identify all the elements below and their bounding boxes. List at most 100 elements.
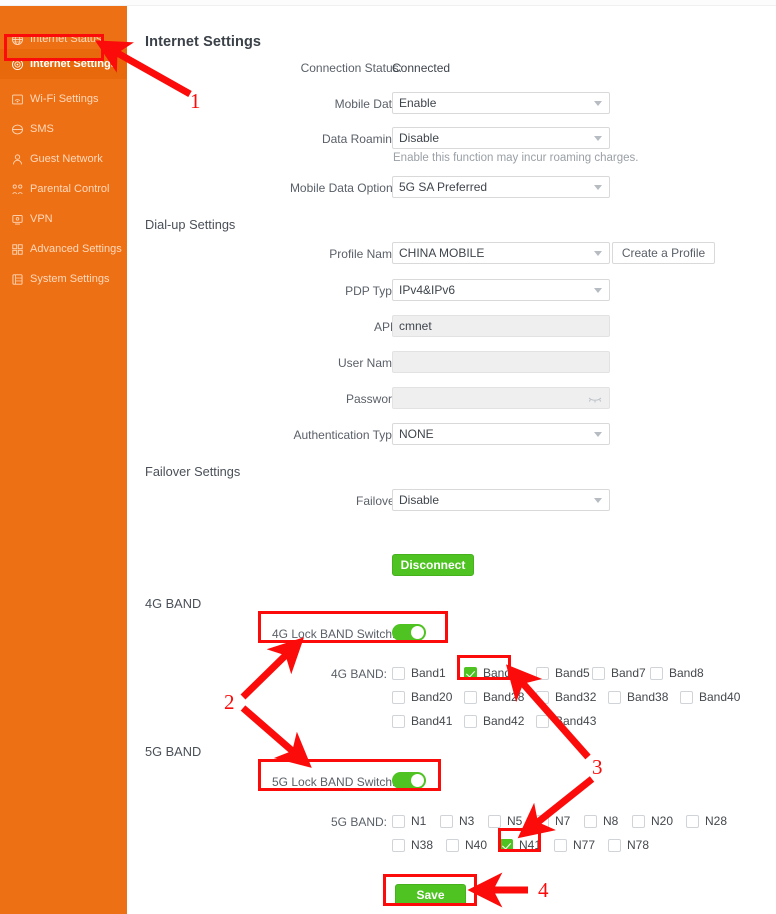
- profile-name-select[interactable]: CHINA MOBILE: [392, 242, 610, 264]
- settings-icon: [11, 58, 24, 71]
- data-roaming-hint: Enable this function may incur roaming c…: [393, 152, 639, 164]
- checkbox-box: [536, 666, 549, 680]
- connection-status-label: Connection Status:: [300, 61, 402, 75]
- checkbox-box: [608, 690, 621, 704]
- data-roaming-select[interactable]: Disable: [392, 127, 610, 149]
- checkbox-box: [392, 838, 405, 852]
- user-name-label: User Name:: [337, 356, 402, 370]
- checkbox-n7[interactable]: N7: [536, 814, 570, 828]
- eye-hidden-icon[interactable]: [588, 393, 602, 403]
- user-name-input[interactable]: [392, 351, 610, 373]
- main-content: Internet Settings Connection Status: Con…: [127, 6, 776, 914]
- auth-type-value: NONE: [399, 427, 434, 441]
- sidebar-item-parental-control[interactable]: Parental Control: [0, 174, 127, 204]
- checkbox-band41[interactable]: Band41: [392, 714, 452, 728]
- sidebar-item-label: VPN: [30, 213, 53, 225]
- globe-icon: [11, 33, 24, 46]
- auth-type-label: Authentication Type:: [293, 428, 402, 442]
- checkbox-box: [464, 666, 477, 680]
- toggle-knob: [411, 626, 424, 639]
- sidebar-item-sms[interactable]: SMS: [0, 114, 127, 144]
- checkbox-band20[interactable]: Band20: [392, 690, 452, 704]
- mobile-data-options-select[interactable]: 5G SA Preferred: [392, 176, 610, 198]
- checkbox-band38[interactable]: Band38: [608, 690, 668, 704]
- apn-value: cmnet: [399, 319, 432, 333]
- checkbox-n41[interactable]: N41: [500, 838, 541, 852]
- pdp-type-select[interactable]: IPv4&IPv6: [392, 279, 610, 301]
- checkbox-box: [686, 814, 699, 828]
- checkbox-band43[interactable]: Band43: [536, 714, 596, 728]
- system-icon: [11, 273, 24, 286]
- checkbox-box: [536, 714, 549, 728]
- sidebar-item-advanced-settings[interactable]: Advanced Settings: [0, 234, 127, 264]
- sms-icon: [11, 123, 24, 136]
- mobile-data-value: Enable: [399, 96, 437, 110]
- checkbox-n20[interactable]: N20: [632, 814, 673, 828]
- checkbox-label: Band5: [555, 666, 590, 680]
- band4g-section-title: 4G BAND: [145, 596, 202, 611]
- checkbox-band1[interactable]: Band1: [392, 666, 446, 680]
- checkbox-band8[interactable]: Band8: [650, 666, 704, 680]
- checkbox-n40[interactable]: N40: [446, 838, 487, 852]
- router-admin-page: Internet Status Internet Settings Wi-Fi …: [0, 0, 776, 914]
- checkbox-label: N1: [411, 814, 427, 828]
- checkbox-label: N77: [573, 838, 596, 852]
- mobile-data-options-value: 5G SA Preferred: [399, 180, 488, 194]
- profile-name-value: CHINA MOBILE: [399, 246, 485, 260]
- checkbox-n5[interactable]: N5: [488, 814, 522, 828]
- checkbox-n1[interactable]: N1: [392, 814, 426, 828]
- auth-type-select[interactable]: NONE: [392, 423, 610, 445]
- checkbox-n78[interactable]: N78: [608, 838, 649, 852]
- chevron-down-icon: [594, 288, 602, 293]
- save-button[interactable]: Save: [395, 884, 466, 906]
- checkbox-n77[interactable]: N77: [554, 838, 595, 852]
- checkbox-band42[interactable]: Band42: [464, 714, 524, 728]
- sidebar-item-internet-settings[interactable]: Internet Settings: [0, 49, 127, 79]
- checkbox-band28[interactable]: Band28: [464, 690, 524, 704]
- checkbox-box: [392, 814, 405, 828]
- disconnect-button[interactable]: Disconnect: [392, 554, 474, 576]
- create-profile-button[interactable]: Create a Profile: [612, 242, 715, 264]
- page-title: Internet Settings: [145, 34, 262, 50]
- checkbox-label: Band8: [669, 666, 704, 680]
- sidebar-item-wifi-settings[interactable]: Wi-Fi Settings: [0, 84, 127, 114]
- checkbox-n3[interactable]: N3: [440, 814, 474, 828]
- checkbox-label: Band43: [555, 714, 597, 728]
- checkbox-n8[interactable]: N8: [584, 814, 618, 828]
- sidebar-item-system-settings[interactable]: System Settings: [0, 264, 127, 294]
- sidebar-item-vpn[interactable]: VPN: [0, 204, 127, 234]
- connection-status-value: Connected: [392, 61, 451, 75]
- checkbox-box: [680, 690, 693, 704]
- checkbox-label: N20: [651, 814, 674, 828]
- apn-input[interactable]: cmnet: [392, 315, 610, 337]
- checkbox-label: Band40: [699, 690, 741, 704]
- checkbox-box: [536, 814, 549, 828]
- band4g-lock-switch-label: 4G Lock BAND Switch:: [272, 627, 396, 641]
- checkbox-band32[interactable]: Band32: [536, 690, 596, 704]
- checkbox-box: [554, 838, 567, 852]
- chevron-down-icon: [594, 101, 602, 106]
- checkbox-box: [392, 714, 405, 728]
- checkbox-band3[interactable]: Band3: [464, 666, 518, 680]
- checkbox-n38[interactable]: N38: [392, 838, 433, 852]
- checkbox-band40[interactable]: Band40: [680, 690, 740, 704]
- chevron-down-icon: [594, 251, 602, 256]
- checkbox-box: [488, 814, 501, 828]
- checkbox-box: [536, 690, 549, 704]
- sidebar-item-guest-network[interactable]: Guest Network: [0, 144, 127, 174]
- mobile-data-select[interactable]: Enable: [392, 92, 610, 114]
- checkbox-label: N38: [411, 838, 434, 852]
- checkbox-band5[interactable]: Band5: [536, 666, 590, 680]
- password-input[interactable]: [392, 387, 610, 409]
- band4g-lock-switch-toggle[interactable]: [392, 624, 426, 641]
- checkbox-n28[interactable]: N28: [686, 814, 727, 828]
- failover-select[interactable]: Disable: [392, 489, 610, 511]
- failover-section-title: Failover Settings: [145, 464, 241, 479]
- checkbox-box: [592, 666, 605, 680]
- checkbox-band7[interactable]: Band7: [592, 666, 646, 680]
- checkbox-box: [608, 838, 621, 852]
- checkbox-label: Band7: [611, 666, 646, 680]
- checkbox-box: [584, 814, 597, 828]
- band5g-lock-switch-toggle[interactable]: [392, 772, 426, 789]
- checkbox-box: [632, 814, 645, 828]
